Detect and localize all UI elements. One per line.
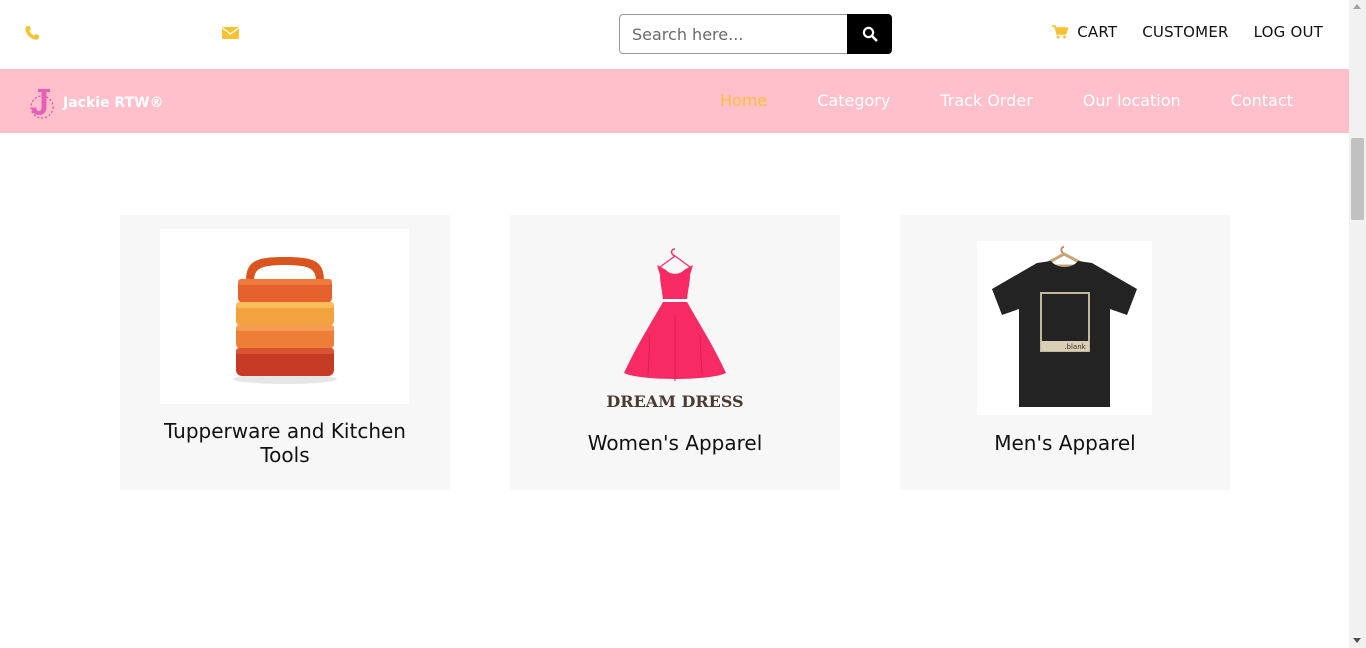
tupperware-image bbox=[160, 229, 409, 404]
category-card-tupperware[interactable]: Tupperware and Kitchen Tools bbox=[120, 215, 450, 490]
mail-icon[interactable] bbox=[222, 26, 239, 40]
tshirt-print-text: .blank bbox=[1064, 343, 1086, 351]
mens-apparel-image: .blank bbox=[977, 241, 1152, 415]
main-navbar: Jackie RTW® Home Category Track Order Ou… bbox=[0, 69, 1349, 133]
category-card-womens[interactable]: DREAM DRESS Women's Apparel bbox=[510, 215, 840, 490]
search-form bbox=[619, 14, 892, 54]
womens-apparel-image: DREAM DRESS bbox=[510, 215, 840, 425]
nav-our-location[interactable]: Our location bbox=[1083, 91, 1181, 110]
dream-dress-logo-text: DREAM DRESS bbox=[606, 392, 743, 411]
search-icon bbox=[862, 26, 878, 42]
category-title: Men's Apparel bbox=[994, 431, 1136, 455]
nav-track-order[interactable]: Track Order bbox=[940, 91, 1032, 110]
category-title: Tupperware and Kitchen Tools bbox=[164, 419, 406, 467]
scroll-up-arrow-icon[interactable] bbox=[1353, 4, 1361, 9]
customer-link[interactable]: CUSTOMER bbox=[1142, 23, 1228, 41]
cart-link[interactable]: CART bbox=[1052, 23, 1117, 41]
scrollbar-thumb[interactable] bbox=[1351, 138, 1364, 220]
brand-logo-link[interactable]: Jackie RTW® bbox=[28, 87, 164, 119]
search-button[interactable] bbox=[847, 14, 892, 54]
category-title: Women's Apparel bbox=[587, 431, 763, 455]
nav-menu: Home Category Track Order Our location C… bbox=[720, 91, 1343, 110]
cart-icon bbox=[1052, 25, 1069, 39]
phone-icon[interactable] bbox=[24, 25, 40, 41]
top-bar: CART CUSTOMER LOG OUT bbox=[0, 0, 1349, 69]
page-scrollbar[interactable] bbox=[1349, 0, 1366, 648]
brand-logo-icon bbox=[30, 89, 54, 119]
cart-label: CART bbox=[1077, 23, 1118, 41]
nav-contact[interactable]: Contact bbox=[1231, 91, 1293, 110]
category-card-mens[interactable]: .blank Men's Apparel bbox=[900, 215, 1230, 490]
scroll-down-arrow-icon[interactable] bbox=[1353, 638, 1361, 643]
nav-category[interactable]: Category bbox=[817, 91, 890, 110]
logout-link[interactable]: LOG OUT bbox=[1254, 23, 1323, 41]
search-input[interactable] bbox=[619, 14, 848, 54]
brand-name: Jackie RTW® bbox=[63, 95, 164, 111]
account-links: CART CUSTOMER LOG OUT bbox=[1052, 23, 1323, 41]
nav-home[interactable]: Home bbox=[720, 91, 767, 110]
